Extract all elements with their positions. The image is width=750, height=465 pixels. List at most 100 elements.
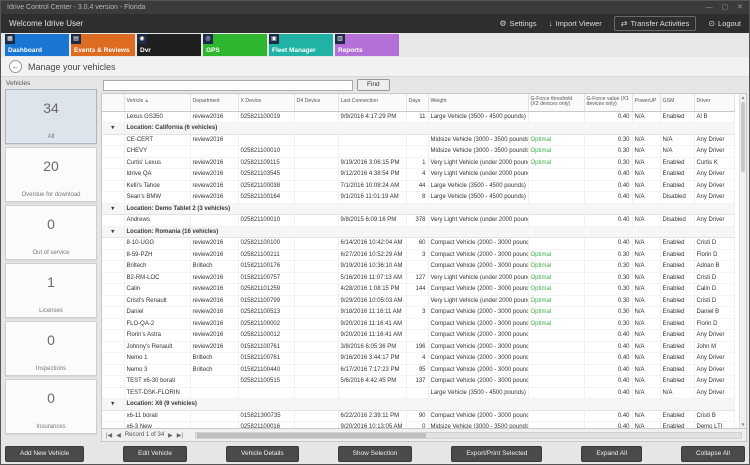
tab-gps[interactable]: ◎ GPS: [203, 34, 267, 56]
card-label: Insurances: [36, 424, 66, 430]
maximize-icon[interactable]: ▢: [722, 4, 729, 11]
horizontal-scrollbar-thumb[interactable]: [196, 432, 426, 438]
table-row[interactable]: Nemo 3 Briltech 015821100440 6/17/2016 7:17…: [102, 364, 735, 376]
table-row[interactable]: CE-CERT review2016 Midsize Vehicle (3000 -…: [102, 134, 735, 146]
expand-all-button[interactable]: Expand All: [581, 446, 643, 462]
filter-card-insurances[interactable]: 0 Insurances: [5, 379, 97, 434]
collapse-icon[interactable]: ▾: [102, 122, 125, 135]
table-row[interactable]: 8-59-PZH review2016 025821100211 6/27/2016 …: [102, 249, 735, 261]
cell-powerup: N/A: [632, 306, 661, 319]
prev-record-icon[interactable]: ◀: [116, 432, 121, 439]
first-record-icon[interactable]: |◀: [106, 432, 112, 439]
edit-vehicle-button[interactable]: Edit Vehicle: [123, 446, 188, 462]
column-header-g-force-threshold-x2-devices-only[interactable]: G-Force threshold (X2 devices only): [528, 94, 585, 112]
cell-weight: Midsize Vehicle (3000 - 3500 pounds): [428, 421, 529, 428]
cell-gvalue: 0.40: [584, 191, 633, 204]
tab-events-reviews[interactable]: ▤ Events & Reviews: [71, 34, 135, 56]
cell-weight: Compact Vehicle (2000 - 3000 pounds): [428, 306, 529, 319]
table-row[interactable]: TEST x6-30 borati 025821100515 5/6/2016 4:…: [102, 375, 735, 388]
settings-button[interactable]: ⚙ Settings: [499, 19, 536, 28]
last-record-icon[interactable]: ▶|: [177, 432, 183, 439]
scroll-up-icon[interactable]: ▲: [740, 94, 746, 101]
back-button[interactable]: ←: [9, 60, 22, 73]
table-row[interactable]: Kelli's Tahoe review2016 025821100038 7/1/2…: [102, 180, 735, 192]
import-viewer-button[interactable]: ↓ Import Viewer: [549, 19, 602, 28]
filter-card-licenses[interactable]: 1 Licenses: [5, 263, 97, 318]
table-row[interactable]: 8-10-UGG review2016 025821100100 6/14/2016 …: [102, 237, 735, 250]
filter-card-overdue-for-download[interactable]: 20 Overdue for download: [5, 147, 97, 202]
table-row[interactable]: TEST-DSK-FLORIN Large Vehicle (3500 - 450…: [102, 387, 735, 399]
tab-dashboard[interactable]: ▦ Dashboard: [5, 34, 69, 56]
scroll-down-icon[interactable]: ▼: [740, 421, 746, 428]
cell-xdevice: 015821100761: [238, 352, 295, 365]
add-new-vehicle-button[interactable]: Add New Vehicle: [5, 446, 85, 462]
find-button[interactable]: Find: [357, 79, 390, 91]
search-input[interactable]: [103, 79, 353, 91]
export-print-selected-button[interactable]: Export/Print Selected: [451, 446, 543, 462]
table-row[interactable]: Florin's Astra review2016 025821100012 9/20…: [102, 329, 735, 342]
column-header-weight[interactable]: Weight: [428, 94, 529, 112]
group-row[interactable]: ▾ Location: X6 (9 vehicles): [102, 398, 735, 411]
filter-card-all[interactable]: 34 All: [5, 89, 97, 144]
collapse-icon[interactable]: ▾: [102, 398, 125, 411]
topbar-actions: ⚙ Settings ↓ Import Viewer ⇄ Transfer Activit…: [499, 16, 741, 31]
column-header-g-force-value-x1-devices-only[interactable]: G-Force value (X1 devices only): [584, 94, 633, 112]
group-row[interactable]: ▾ Location: California (6 vehicles): [102, 122, 735, 135]
column-header-d4-device[interactable]: D4 Device: [294, 94, 339, 112]
table-row[interactable]: Calin review2016 025821101259 4/28/2016 1:0…: [102, 283, 735, 296]
close-icon[interactable]: ✕: [737, 4, 743, 11]
table-row[interactable]: Andrews 025821100010 9/8/2015 6:09:16 PM 37…: [102, 214, 735, 227]
column-header-vehicle[interactable]: Vehicle▲: [124, 94, 191, 112]
vertical-scrollbar-thumb[interactable]: [741, 102, 745, 172]
table-row[interactable]: Curtis' Lexus review2016 025821109115 9/19/…: [102, 157, 735, 169]
group-row[interactable]: ▾ Location: Demo Tablet 2 (3 vehicles): [102, 203, 735, 215]
table-row[interactable]: Briltech Briltech 015821100176 9/19/2016 10…: [102, 260, 735, 273]
column-header-days[interactable]: Days: [406, 94, 429, 112]
table-row[interactable]: B2-RM-LOC review2016 015821100757 5/16/2016…: [102, 272, 735, 284]
table-row[interactable]: CHEVY 025821100010 Midsize Vehicle (3000 -…: [102, 145, 735, 158]
table-row[interactable]: Daniel review2016 025821100513 9/18/2016 11…: [102, 306, 735, 319]
transfer-activities-button[interactable]: ⇄ Transfer Activities: [613, 16, 697, 31]
collapse-icon[interactable]: ▾: [102, 226, 125, 238]
collapse-all-button[interactable]: Collapse All: [680, 446, 745, 462]
table-row[interactable]: Sean's BMW review2016 025821100164 9/1/2016…: [102, 191, 735, 204]
cell-days: 3: [406, 249, 429, 261]
filter-card-inspections[interactable]: 0 Inspections: [5, 321, 97, 376]
table-row[interactable]: Lexus GS350 review2016 025821100019 9/9/201…: [102, 111, 735, 123]
table-row[interactable]: Nemo 1 Briltech 015821100761 9/16/2016 3:44…: [102, 352, 735, 365]
group-row[interactable]: ▾ Location: Romania (16 vehicles): [102, 226, 735, 238]
next-record-icon[interactable]: ▶: [168, 432, 173, 439]
table-row[interactable]: Cristi's Renault review2016 015821100799 9/…: [102, 295, 735, 307]
column-header-x-device[interactable]: X Device: [238, 94, 295, 112]
vertical-scrollbar[interactable]: ▲ ▼: [739, 94, 746, 428]
table-row[interactable]: x6-11 borati 015821300735 6/22/2016 2:39:1…: [102, 410, 735, 422]
vehicle-details-button[interactable]: Vehicle Details: [225, 446, 299, 462]
column-header-gsm[interactable]: GSM: [660, 94, 695, 112]
tab-dvr[interactable]: ◉ Dvr: [137, 34, 201, 56]
column-header-powerup[interactable]: PowerUP: [632, 94, 661, 112]
collapse-icon[interactable]: ▾: [102, 203, 125, 215]
card-label: All: [47, 134, 55, 140]
cell-gthreshold: Optimal: [528, 295, 585, 307]
cell-gsm: Enabled: [660, 157, 695, 169]
table-row[interactable]: FLO-QA-2 review2016 025821100002 9/20/2016 …: [102, 318, 735, 330]
logout-button[interactable]: ⊙ Logout: [708, 19, 741, 28]
column-header-last-connection[interactable]: Last Connection: [338, 94, 407, 112]
column-header-department[interactable]: Department: [190, 94, 239, 112]
cell-gvalue: 0.30: [584, 283, 633, 296]
minimize-icon[interactable]: —: [706, 4, 713, 11]
tab-fleet-manager[interactable]: ▣ Fleet Manager: [269, 34, 333, 56]
column-header-driver[interactable]: Driver: [694, 94, 735, 112]
table-row[interactable]: Idrive QA review2016 025821103545 9/12/2016…: [102, 168, 735, 181]
cell-days: 11: [406, 111, 429, 123]
cell-department: review2016: [190, 295, 239, 307]
table-row[interactable]: x6-3 New 025821100016 9/20/2016 10:13:05 A…: [102, 421, 735, 428]
show-selection-button[interactable]: Show Selection: [337, 446, 413, 462]
window-title: Idrive Control Center - 3.0.4 version - …: [7, 4, 146, 11]
filter-card-out-of-service[interactable]: 0 Out of service: [5, 205, 97, 260]
table-row[interactable]: Johnny's Renault review2016 015821100761 3/…: [102, 341, 735, 353]
tab-reports[interactable]: ▥ Reports: [335, 34, 399, 56]
horizontal-scrollbar[interactable]: [194, 431, 742, 439]
page-title: Manage your vehicles: [28, 61, 116, 72]
cell-lastconn: 9/16/2016 3:44:17 PM: [338, 352, 407, 365]
